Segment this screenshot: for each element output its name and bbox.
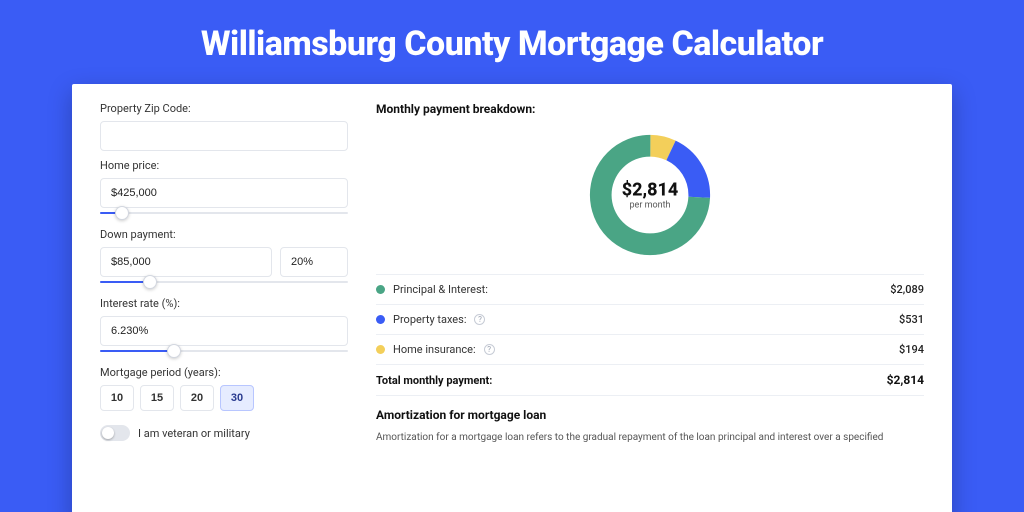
breakdown-row: Property taxes: ? $531 <box>376 305 924 335</box>
amortization-text: Amortization for a mortgage loan refers … <box>376 430 924 445</box>
slider-thumb-icon[interactable] <box>143 275 157 289</box>
legend-dot-icon <box>376 285 385 294</box>
breakdown-value: $531 <box>899 313 924 326</box>
slider-thumb-icon[interactable] <box>167 344 181 358</box>
zip-input[interactable] <box>100 121 348 151</box>
info-icon[interactable]: ? <box>484 344 495 355</box>
slider-thumb-icon[interactable] <box>115 206 129 220</box>
breakdown-title: Monthly payment breakdown: <box>376 102 924 116</box>
period-option[interactable]: 30 <box>220 385 254 411</box>
interest-rate-label: Interest rate (%): <box>100 297 348 310</box>
breakdown-row: Home insurance: ? $194 <box>376 335 924 365</box>
toggle-knob-icon <box>102 427 114 439</box>
legend-dot-icon <box>376 345 385 354</box>
home-price-label: Home price: <box>100 159 348 172</box>
donut-center-sub: per month <box>622 201 679 211</box>
calculator-card: Property Zip Code: Home price: Down paym… <box>72 84 952 512</box>
interest-rate-input[interactable] <box>100 316 348 346</box>
donut-chart: $2,814 per month <box>376 124 924 274</box>
breakdown-total-row: Total monthly payment: $2,814 <box>376 365 924 396</box>
down-payment-label: Down payment: <box>100 228 348 241</box>
amortization-title: Amortization for mortgage loan <box>376 408 924 422</box>
period-option[interactable]: 15 <box>140 385 174 411</box>
donut-center: $2,814 per month <box>622 180 679 211</box>
home-price-input[interactable] <box>100 178 348 208</box>
breakdown-total-label: Total monthly payment: <box>376 374 492 387</box>
period-option[interactable]: 10 <box>100 385 134 411</box>
page-title: Williamsburg County Mortgage Calculator <box>0 0 1024 84</box>
breakdown-row: Principal & Interest: $2,089 <box>376 275 924 305</box>
zip-label: Property Zip Code: <box>100 102 348 115</box>
breakdown-list: Principal & Interest: $2,089 Property ta… <box>376 274 924 396</box>
info-icon[interactable]: ? <box>474 314 485 325</box>
interest-rate-slider[interactable] <box>100 344 348 358</box>
donut-center-value: $2,814 <box>622 180 679 201</box>
breakdown-label: Principal & Interest: <box>393 283 488 296</box>
down-payment-input[interactable] <box>100 247 272 277</box>
amortization-section: Amortization for mortgage loan Amortizat… <box>376 408 924 445</box>
down-payment-slider[interactable] <box>100 275 348 289</box>
legend-dot-icon <box>376 315 385 324</box>
home-price-slider[interactable] <box>100 206 348 220</box>
breakdown-label: Home insurance: <box>393 343 476 356</box>
breakdown-column: Monthly payment breakdown: $2,814 per mo… <box>376 102 924 512</box>
veteran-toggle[interactable] <box>100 425 130 441</box>
form-column: Property Zip Code: Home price: Down paym… <box>100 102 348 512</box>
period-option[interactable]: 20 <box>180 385 214 411</box>
breakdown-label: Property taxes: <box>393 313 466 326</box>
breakdown-value: $194 <box>899 343 924 356</box>
breakdown-value: $2,089 <box>890 283 924 296</box>
mortgage-period-group: 10 15 20 30 <box>100 385 348 411</box>
veteran-toggle-label: I am veteran or military <box>138 427 250 440</box>
down-payment-pct-input[interactable] <box>280 247 348 277</box>
breakdown-total-value: $2,814 <box>887 373 924 387</box>
mortgage-period-label: Mortgage period (years): <box>100 366 348 379</box>
